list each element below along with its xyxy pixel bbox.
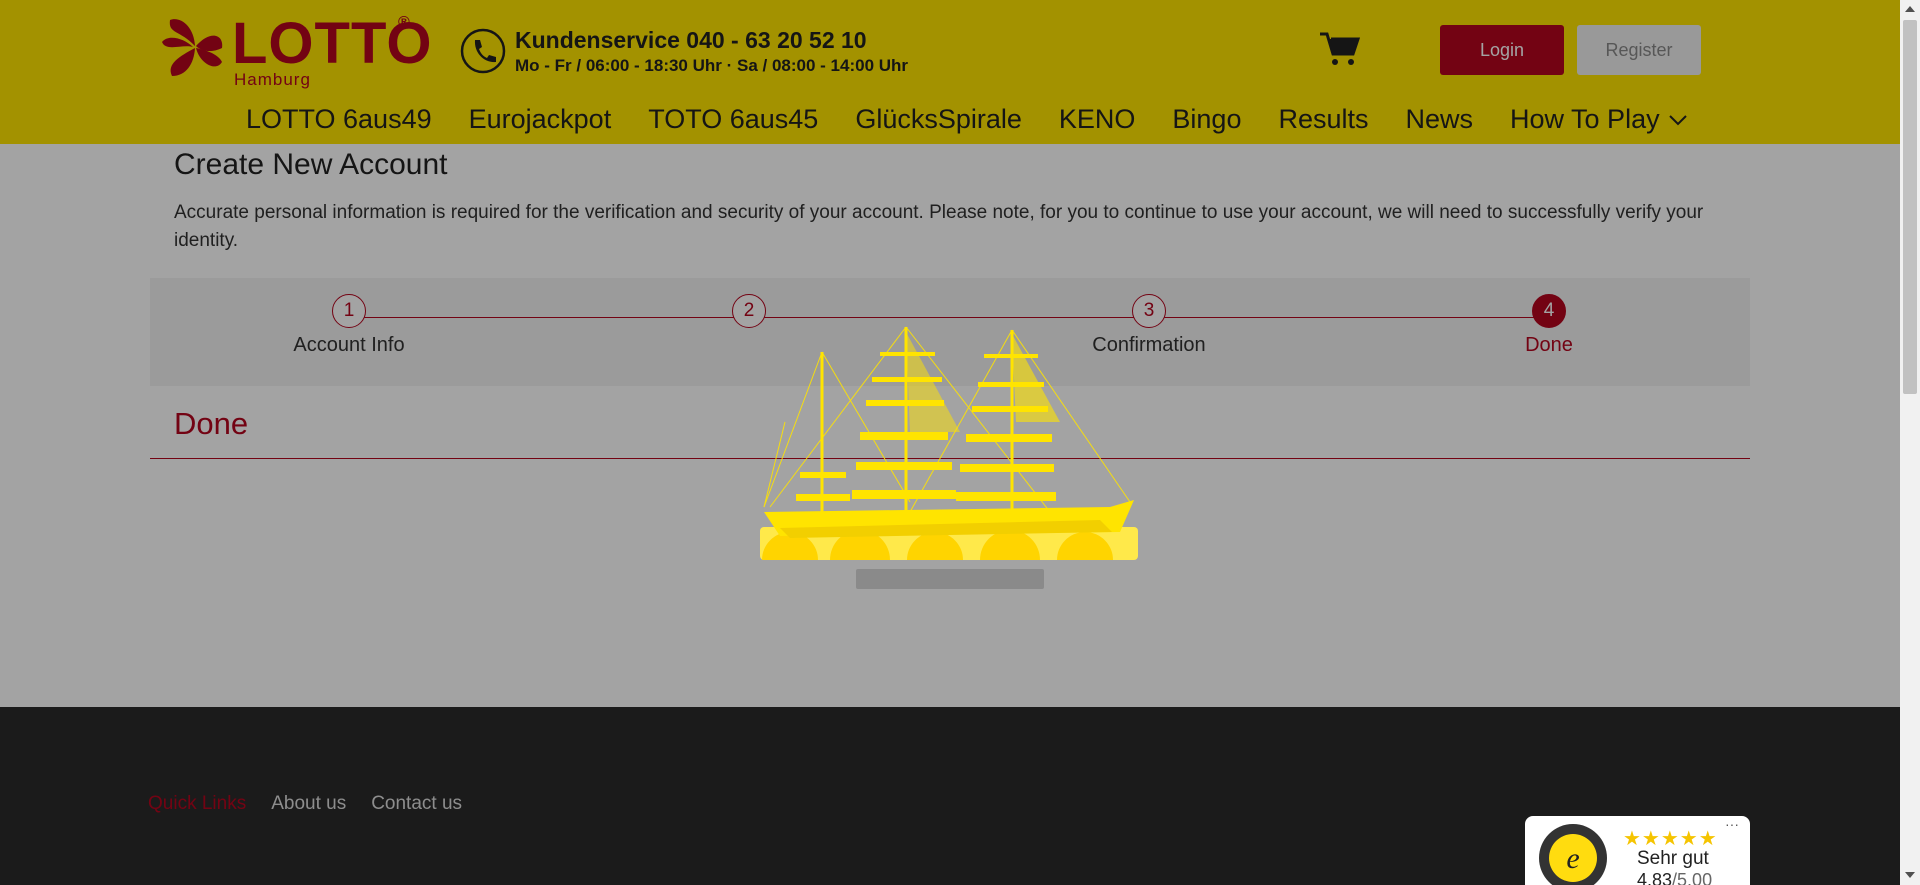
more-icon[interactable]: ··· — [1725, 816, 1739, 832]
trusted-shops-badge[interactable]: e ★★★★★ Sehr gut 4.83/5.00 ··· — [1525, 816, 1750, 885]
rating-score: 4.83/5.00 — [1637, 870, 1712, 885]
scroll-up-arrow-icon[interactable] — [1905, 6, 1915, 12]
rating-score-max: /5.00 — [1672, 870, 1713, 885]
rating-label: Sehr gut — [1637, 848, 1709, 869]
svg-text:e: e — [1566, 842, 1579, 875]
page: LOTTO ® Hamburg Kundenservice 040 - 63 2… — [0, 0, 1900, 885]
loading-overlay — [0, 0, 1900, 885]
trusted-shops-seal-icon: e — [1539, 824, 1607, 885]
page-scrollbar[interactable] — [1900, 0, 1920, 885]
scroll-down-arrow-icon[interactable] — [1905, 872, 1915, 878]
scrollbar-thumb[interactable] — [1903, 20, 1917, 394]
rating-score-value: 4.83 — [1637, 870, 1673, 885]
sailing-ship-loader-icon — [760, 326, 1138, 560]
